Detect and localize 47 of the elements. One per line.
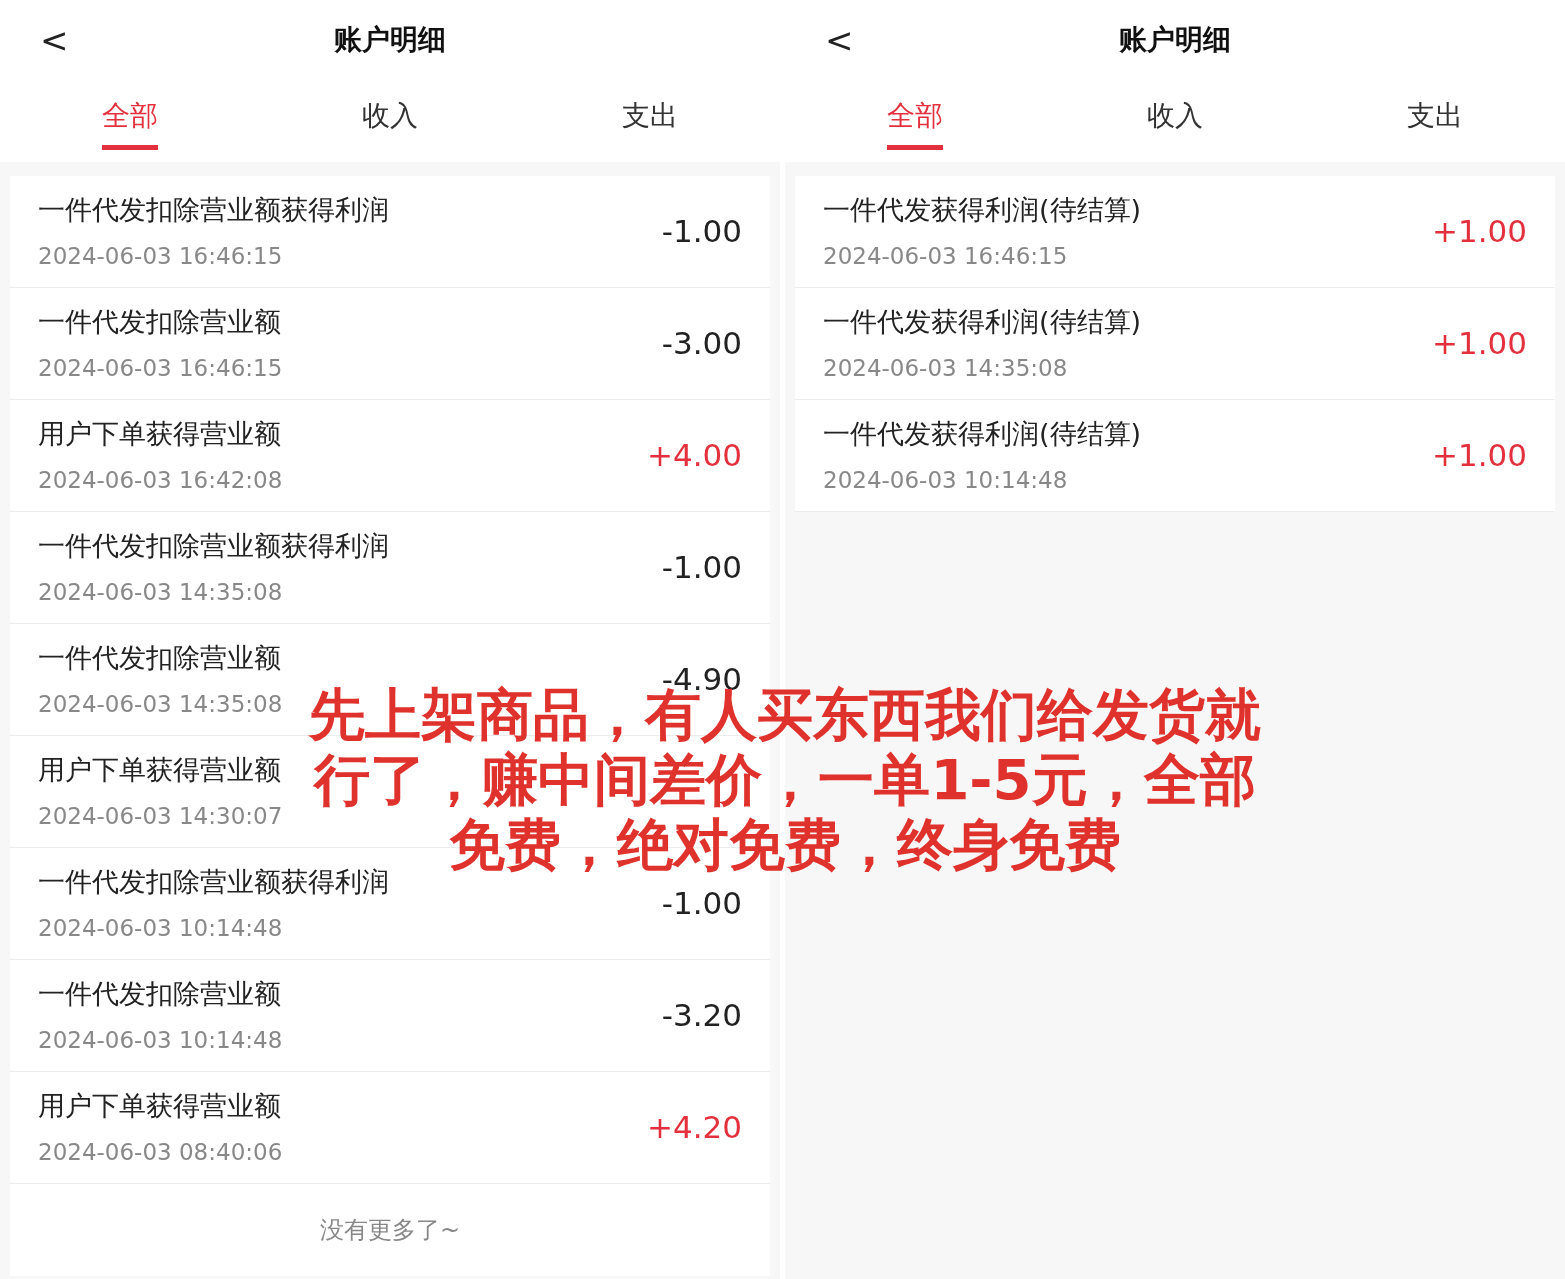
caption-text: 免费，绝对免费，终身免费 — [449, 812, 1121, 877]
tab[interactable]: 支出 — [1407, 80, 1463, 150]
transaction-name: 一件代发扣除营业额 — [38, 305, 282, 339]
caption-text: 行了，赚中间差价，一单1-5元，全部 — [314, 747, 1256, 812]
transaction-time: 2024-06-03 16:46:15 — [823, 241, 1069, 271]
transaction-name: 一件代发扣除营业额获得利润 — [38, 865, 389, 899]
transaction-time: 2024-06-03 16:46:15 — [38, 241, 284, 271]
transaction-name: 一件代发获得利润(待结算) — [823, 417, 1142, 451]
back-button[interactable]: < — [36, 23, 73, 57]
transaction-time: 2024-06-03 10:14:48 — [823, 465, 1069, 495]
transaction-amount: -1.00 — [661, 548, 742, 588]
tab[interactable]: 收入 — [362, 80, 418, 150]
transaction-time: 2024-06-03 14:35:08 — [38, 689, 283, 719]
transaction-amount: -3.00 — [661, 324, 742, 364]
transaction-amount: -1.00 — [661, 884, 742, 924]
transaction-time: 2024-06-03 14:30:07 — [38, 801, 283, 831]
transaction-time: 2024-06-03 16:46:15 — [38, 353, 283, 383]
transaction-name: 一件代发扣除营业额获得利润 — [38, 529, 389, 563]
transaction-time: 2024-06-03 14:35:08 — [823, 353, 1069, 383]
back-button[interactable]: < — [821, 23, 858, 57]
transaction-name: 一件代发扣除营业额 — [38, 641, 282, 675]
tab[interactable]: 支出 — [622, 80, 678, 150]
transaction-name: 一件代发获得利润(待结算) — [823, 193, 1142, 227]
transaction-time: 2024-06-03 14:35:08 — [38, 577, 284, 607]
transaction-name: 用户下单获得营业额 — [38, 753, 282, 787]
transaction-name: 一件代发获得利润(待结算) — [823, 305, 1142, 339]
tab[interactable]: 收入 — [1147, 80, 1203, 150]
no-more-text: 没有更多了~ — [319, 1216, 461, 1244]
transaction-amount: +1.00 — [1432, 436, 1527, 476]
transaction-amount: -3.20 — [661, 996, 742, 1036]
transaction-amount: -1.00 — [661, 212, 742, 252]
transaction-name: 一件代发扣除营业额获得利润 — [38, 193, 389, 227]
transaction-amount: +1.00 — [1432, 212, 1527, 252]
transaction-time: 2024-06-03 08:40:06 — [38, 1137, 283, 1167]
tab[interactable]: 全部 — [887, 80, 943, 150]
transaction-name: 用户下单获得营业额 — [38, 417, 282, 451]
transaction-amount: +4.00 — [647, 436, 742, 476]
transaction-time: 2024-06-03 10:14:48 — [38, 913, 284, 943]
transaction-name: 一件代发扣除营业额 — [38, 977, 282, 1011]
page-title: 账户明细 — [1119, 22, 1231, 58]
transaction-amount: +1.00 — [1432, 324, 1527, 364]
tab[interactable]: 全部 — [102, 80, 158, 150]
transaction-time: 2024-06-03 10:14:48 — [38, 1025, 283, 1055]
page-title: 账户明细 — [334, 22, 446, 58]
transaction-amount: +4.20 — [647, 1108, 742, 1148]
transaction-time: 2024-06-03 16:42:08 — [38, 465, 283, 495]
transaction-name: 用户下单获得营业额 — [38, 1089, 282, 1123]
